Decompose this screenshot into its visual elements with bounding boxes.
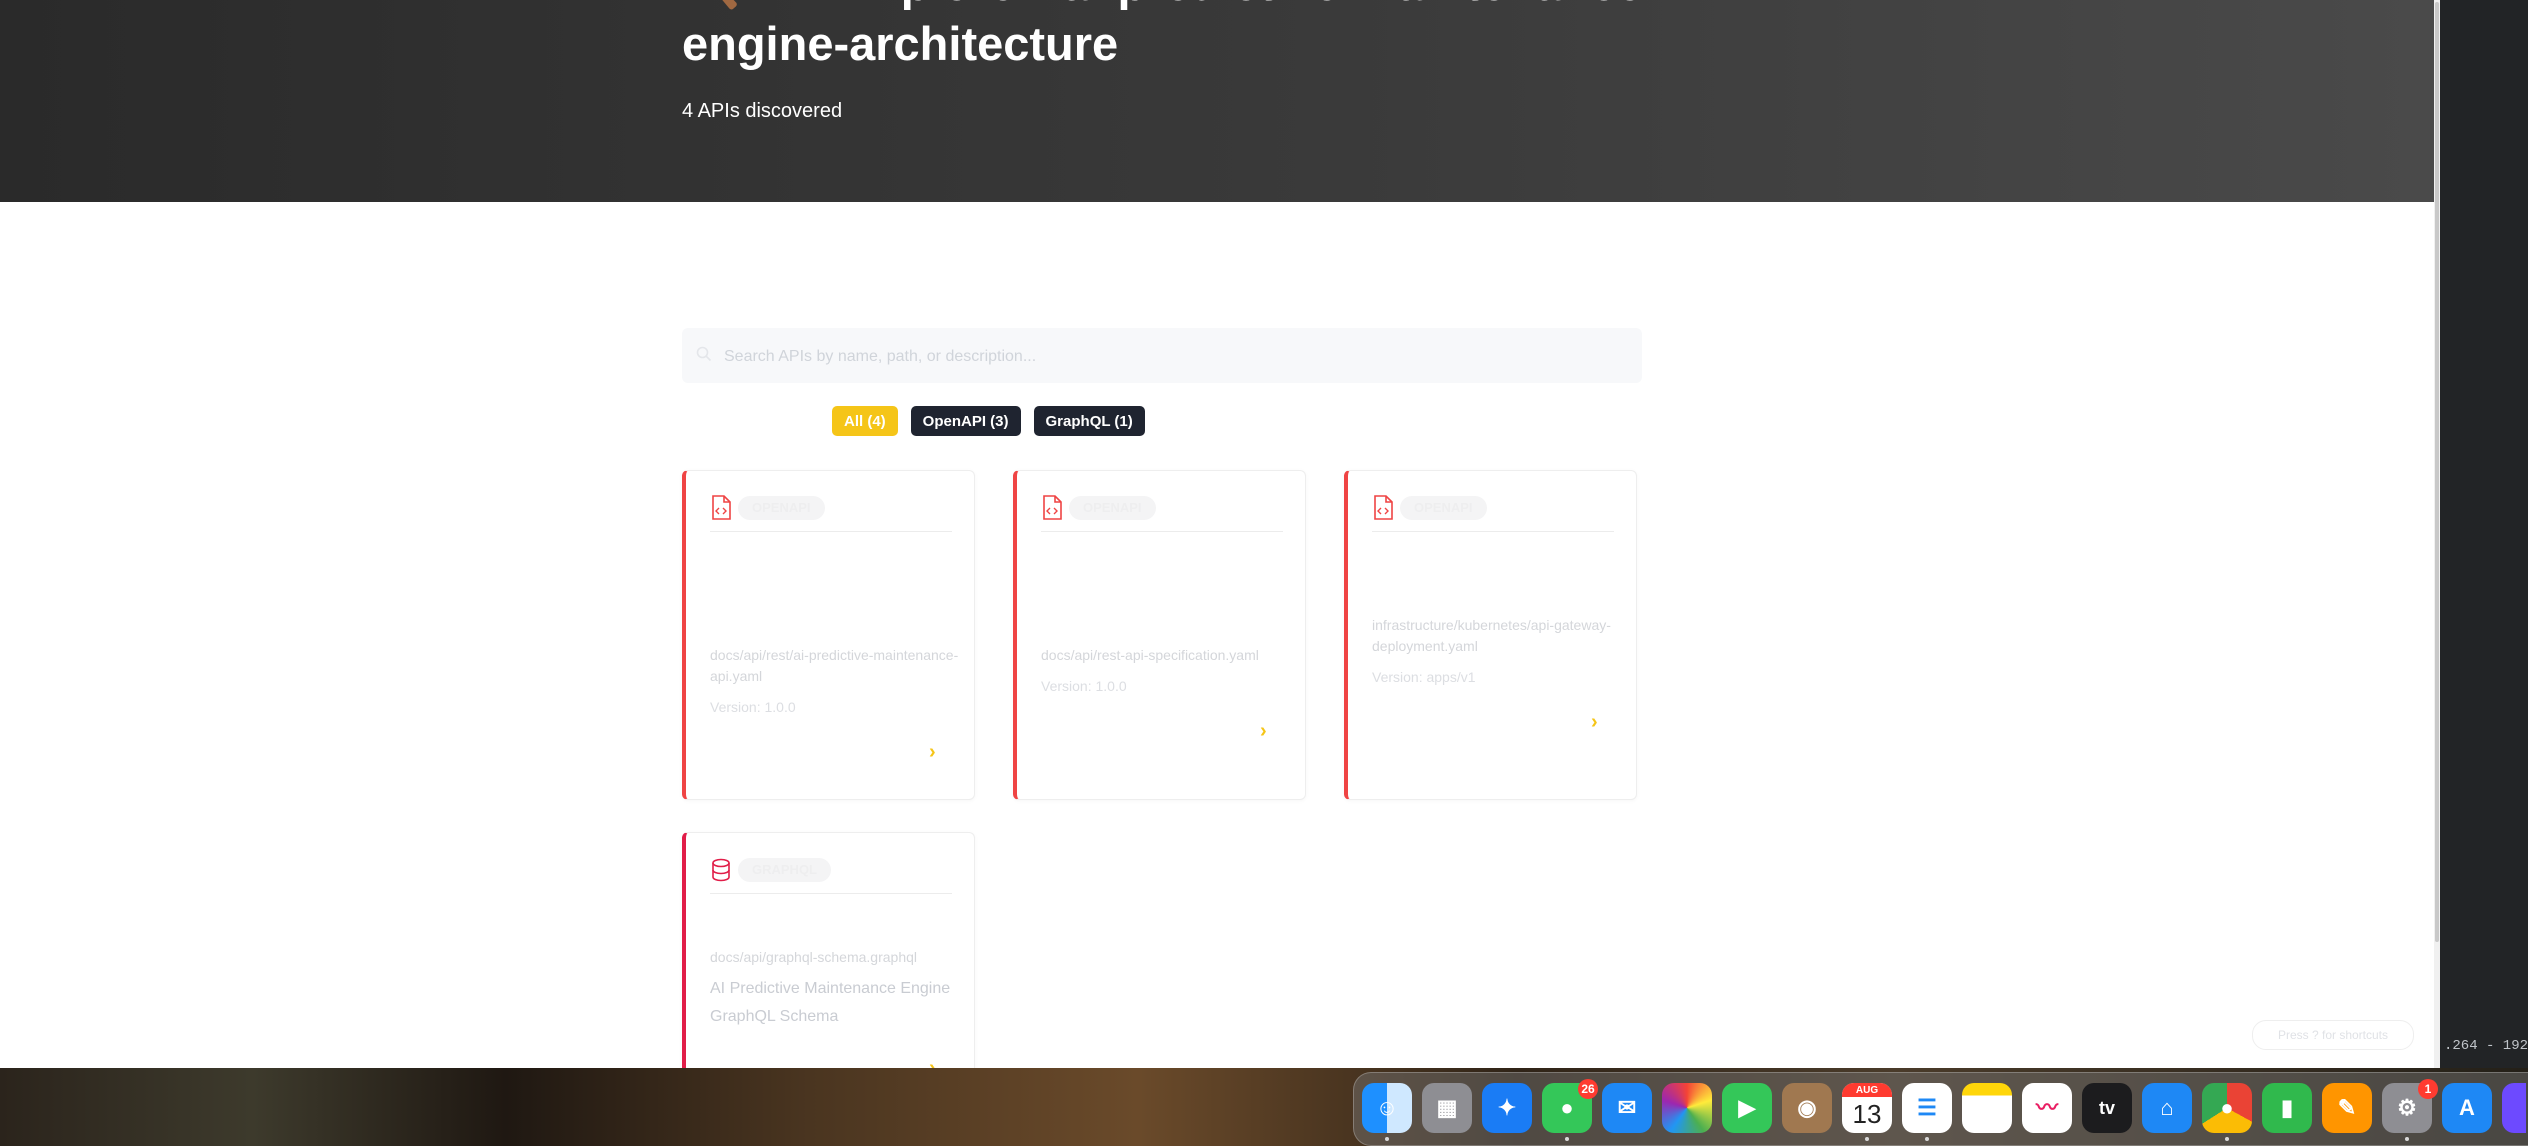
freeform-icon[interactable]: 〰 <box>2022 1083 2072 1133</box>
code-file-icon <box>1374 495 1393 520</box>
filter-all-button[interactable]: All (4) <box>832 406 898 436</box>
shortcut-hint: Press ? for shortcuts <box>2252 1020 2414 1050</box>
api-version: Version: 1.0.0 <box>710 699 796 715</box>
calendar-day: 13 <box>1852 1099 1882 1129</box>
card-header: OPENAPI <box>1372 493 1614 532</box>
api-count-subtitle: 4 APIs discovered <box>682 100 843 122</box>
api-type-badge: OPENAPI <box>738 496 825 520</box>
running-indicator <box>1865 1137 1869 1141</box>
api-card[interactable]: OPENAPI docs/api/rest-api-specification.… <box>1013 470 1306 800</box>
api-card[interactable]: OPENAPI docs/api/rest/ai-predictive-main… <box>682 470 975 800</box>
chevron-right-icon[interactable]: › <box>929 1057 936 1068</box>
scrollbar-thumb[interactable] <box>2435 2 2439 942</box>
settings-badge: 1 <box>2418 1079 2438 1099</box>
chevron-right-icon[interactable]: › <box>1260 720 1267 743</box>
adjacent-window <box>2440 0 2528 1068</box>
photos-icon[interactable] <box>1662 1083 1712 1133</box>
page-header: 🔨 API Explorer: ai-predictive-maintenanc… <box>0 0 2434 202</box>
running-indicator <box>1925 1137 1929 1141</box>
api-file-path: docs/api/rest-api-specification.yaml <box>1041 647 1259 663</box>
code-file-icon <box>1043 495 1062 520</box>
numbers-icon[interactable]: ▮ <box>2262 1083 2312 1133</box>
card-header: OPENAPI <box>710 493 952 532</box>
card-header: OPENAPI <box>1041 493 1283 532</box>
filter-chips: All (4) OpenAPI (3) GraphQL (1) <box>832 406 1145 436</box>
api-file-path: infrastructure/kubernetes/api-gateway-de… <box>1372 617 1611 654</box>
search-input[interactable] <box>722 328 1626 385</box>
search-icon <box>696 346 712 362</box>
api-type-badge: OPENAPI <box>1069 496 1156 520</box>
api-file-path: docs/api/rest/ai-predictive-maintenance-… <box>710 647 959 684</box>
pages-icon[interactable]: ✎ <box>2322 1083 2372 1133</box>
appletv-icon[interactable]: tv <box>2082 1083 2132 1133</box>
database-icon <box>712 858 730 882</box>
app-store-icon[interactable]: A <box>2442 1083 2492 1133</box>
search-bar[interactable] <box>682 328 1642 385</box>
launchpad-icon[interactable]: ▦ <box>1422 1083 1472 1133</box>
running-indicator <box>2405 1137 2409 1141</box>
macos-dock: ☺ ▦ ✦ ● 26 ✉ ▶ ◉ AUG 13 ☰ 〰 tv ⌂ ● ▮ ✎ ⚙ 1… <box>1353 1072 2528 1146</box>
running-indicator <box>1565 1137 1569 1141</box>
mail-icon[interactable]: ✉ <box>1602 1083 1652 1133</box>
reminders-icon[interactable]: ☰ <box>1902 1083 1952 1133</box>
card-header: GRAPHQL <box>710 855 952 894</box>
system-settings-icon[interactable]: ⚙ 1 <box>2382 1079 2438 1133</box>
messages-badge: 26 <box>1578 1079 1598 1099</box>
messages-icon[interactable]: ● 26 <box>1542 1079 1598 1133</box>
running-indicator <box>1385 1137 1389 1141</box>
chrome-icon[interactable]: ● <box>2202 1083 2252 1133</box>
screen-overlay-text: .264 - 1920x <box>2444 1038 2528 1054</box>
filter-openapi-button[interactable]: OpenAPI (3) <box>910 406 1021 436</box>
api-file-path: docs/api/graphql-schema.graphql <box>710 949 918 965</box>
chevron-right-icon[interactable]: › <box>929 741 936 764</box>
api-type-badge: OPENAPI <box>1400 496 1487 520</box>
keynote-icon[interactable]: ⌂ <box>2142 1083 2192 1133</box>
chevron-right-icon[interactable]: › <box>1591 711 1598 734</box>
partial-app-icon[interactable] <box>2502 1083 2526 1133</box>
page-title: 🔨 API Explorer: ai-predictive-maintenanc… <box>682 0 1658 70</box>
finder-icon[interactable]: ☺ <box>1362 1083 1412 1133</box>
facetime-icon[interactable]: ▶ <box>1722 1083 1772 1133</box>
safari-icon[interactable]: ✦ <box>1482 1083 1532 1133</box>
browser-viewport: 🔨 API Explorer: ai-predictive-maintenanc… <box>0 0 2440 1068</box>
code-file-icon <box>712 495 731 520</box>
api-version: Version: apps/v1 <box>1372 669 1476 685</box>
calendar-month: AUG <box>1842 1083 1892 1097</box>
running-indicator <box>2225 1137 2229 1141</box>
filter-graphql-button[interactable]: GraphQL (1) <box>1033 406 1145 436</box>
api-card[interactable]: OPENAPI infrastructure/kubernetes/api-ga… <box>1344 470 1637 800</box>
calendar-icon[interactable]: AUG 13 <box>1842 1083 1892 1133</box>
api-card[interactable]: GRAPHQL docs/api/graphql-schema.graphql … <box>682 832 975 1068</box>
api-description: AI Predictive Maintenance Engine GraphQL… <box>710 980 951 1025</box>
api-version: Version: 1.0.0 <box>1041 678 1127 694</box>
api-type-badge: GRAPHQL <box>738 858 831 882</box>
contacts-icon[interactable]: ◉ <box>1782 1083 1832 1133</box>
notes-icon[interactable] <box>1962 1083 2012 1133</box>
